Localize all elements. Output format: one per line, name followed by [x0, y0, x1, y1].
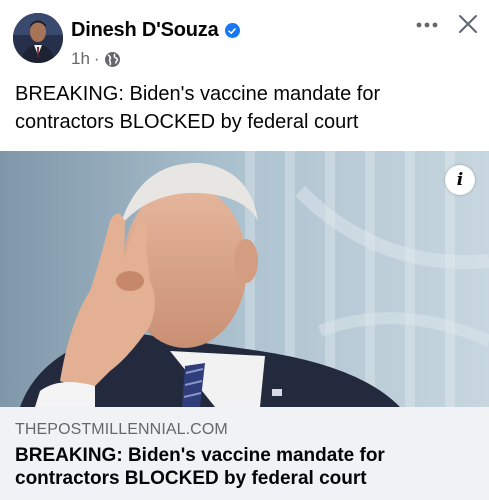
post-time[interactable]: 1h: [71, 49, 90, 69]
link-domain: THEPOSTMILLENNIAL.COM: [15, 421, 228, 438]
globe-icon: [104, 51, 121, 68]
more-horizontal-icon: [416, 22, 438, 28]
link-preview-footer[interactable]: THEPOSTMILLENNIAL.COM BREAKING: Biden's …: [0, 407, 489, 500]
facebook-post: Dinesh D'Souza 1h · BREAKING: Biden's va…: [0, 0, 489, 500]
close-button[interactable]: [456, 12, 480, 36]
verified-badge-icon: [224, 23, 240, 38]
post-meta: 1h ·: [71, 49, 121, 69]
author-avatar[interactable]: [13, 13, 63, 63]
info-icon: i: [456, 170, 464, 190]
meta-separator: ·: [93, 49, 100, 68]
info-button[interactable]: i: [445, 165, 475, 195]
author-name[interactable]: Dinesh D'Souza: [71, 19, 219, 42]
more-options-button[interactable]: [414, 13, 440, 37]
author-line: Dinesh D'Souza: [71, 19, 240, 42]
avatar-image: [13, 13, 63, 63]
link-preview-image[interactable]: i: [0, 151, 489, 407]
link-preview-card[interactable]: i THEPOSTMILLENNIAL.COM BREAKING: Biden'…: [0, 151, 489, 500]
link-title[interactable]: BREAKING: Biden's vaccine mandate for co…: [15, 444, 475, 490]
post-text: BREAKING: Biden's vaccine mandate for co…: [15, 83, 381, 133]
article-photo: [0, 151, 489, 407]
close-icon: [459, 15, 477, 33]
